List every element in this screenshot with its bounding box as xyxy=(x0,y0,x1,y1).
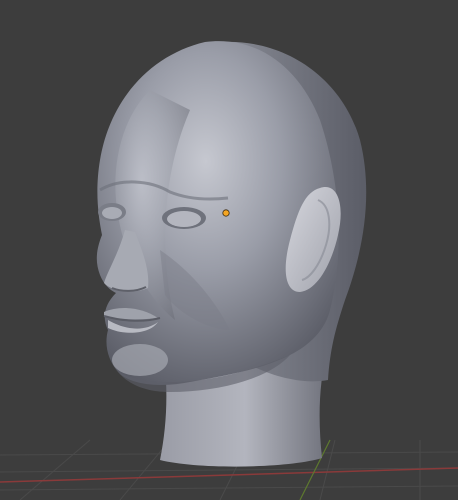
3d-viewport[interactable] xyxy=(0,0,458,500)
viewport-canvas[interactable] xyxy=(0,0,458,500)
right-eye-ball xyxy=(167,211,201,227)
object-origin-dot[interactable] xyxy=(222,209,230,217)
left-eye-ball xyxy=(102,207,122,219)
chin[interactable] xyxy=(112,344,168,376)
